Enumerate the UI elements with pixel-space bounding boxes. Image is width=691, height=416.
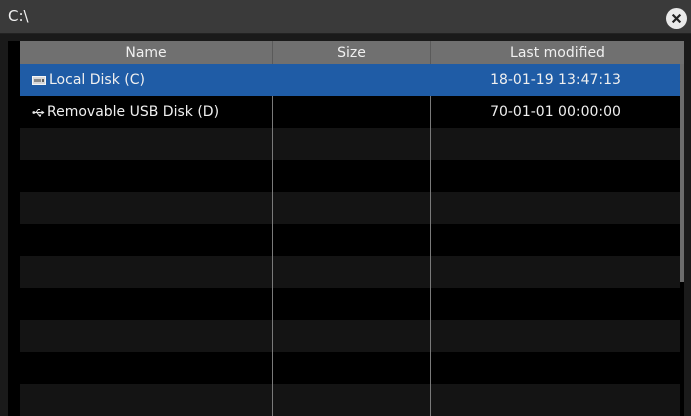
close-button[interactable] [666,8,687,29]
modified-cell: 18-01-19 13:47:13 [490,72,621,88]
file-name: Removable USB Disk (D) [47,104,220,120]
vertical-scrollbar[interactable] [680,64,684,282]
size-cell [273,64,431,96]
table-row-usb-disk[interactable]: Removable USB Disk (D) 70-01-01 00:00:00 [20,96,680,128]
empty-row [20,128,680,160]
empty-row [20,256,680,288]
empty-row [20,320,680,352]
title-bar: C:\ [0,0,691,34]
size-cell [273,96,431,128]
file-list-panel: Name Size Last modified Local Disk (C) 1… [8,41,684,416]
column-header-last-modified[interactable]: Last modified [431,41,684,64]
usb-icon [32,108,45,116]
column-header-name[interactable]: Name [20,41,273,64]
name-cell: Removable USB Disk (D) [20,96,273,128]
empty-row [20,352,680,384]
file-browser-window: C:\ Name Size Last modified Local Disk (… [0,0,691,416]
table-row-local-disk[interactable]: Local Disk (C) 18-01-19 13:47:13 [20,64,680,96]
empty-row [20,160,680,192]
name-cell: Local Disk (C) [20,64,273,96]
table-header: Name Size Last modified [20,41,684,64]
current-path: C:\ [8,7,29,25]
file-name: Local Disk (C) [49,72,145,88]
empty-row [20,192,680,224]
file-list: Local Disk (C) 18-01-19 13:47:13 Removab… [20,64,680,416]
close-icon [671,13,682,24]
empty-row [20,288,680,320]
column-header-size[interactable]: Size [273,41,431,64]
disk-icon [32,75,46,85]
empty-row [20,224,680,256]
empty-row [20,384,680,416]
modified-cell: 70-01-01 00:00:00 [490,104,621,120]
